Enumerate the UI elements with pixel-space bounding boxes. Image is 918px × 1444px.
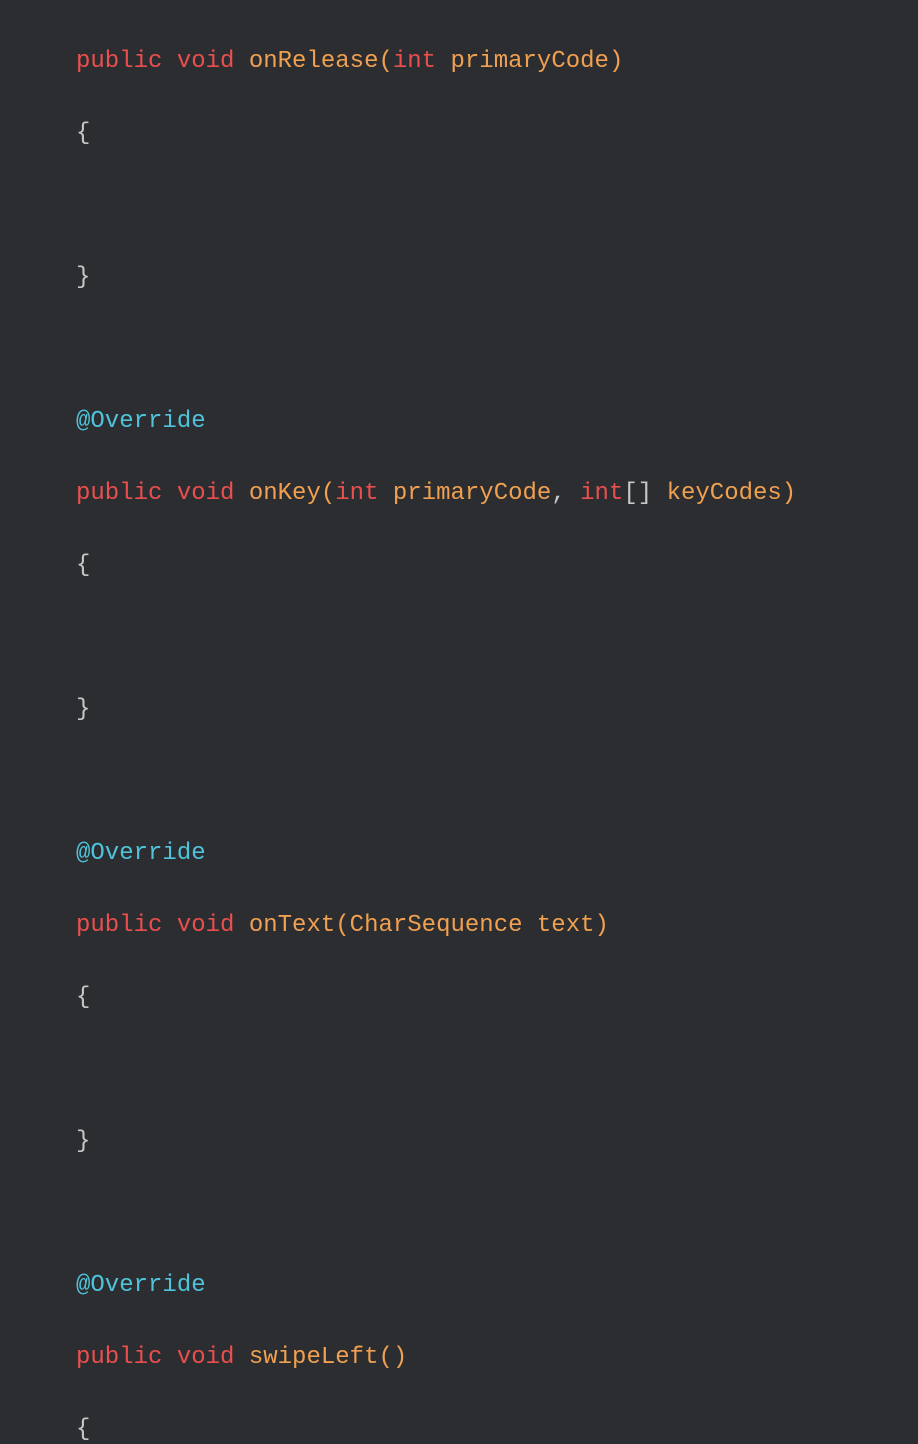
keyword-void: void bbox=[177, 1344, 235, 1371]
brace-close: } bbox=[76, 1128, 90, 1155]
paren-close: ) bbox=[609, 48, 623, 75]
paren-open: ( bbox=[378, 1344, 392, 1371]
param-name: text bbox=[537, 912, 595, 939]
param-name: keyCodes bbox=[667, 480, 782, 507]
code-line: { bbox=[76, 116, 918, 152]
code-line bbox=[76, 1196, 918, 1232]
brace-close: } bbox=[76, 696, 90, 723]
keyword-int: int bbox=[393, 48, 436, 75]
brace-close: } bbox=[76, 264, 90, 291]
brace-open: { bbox=[76, 120, 90, 147]
code-line: { bbox=[76, 548, 918, 584]
code-line bbox=[76, 1052, 918, 1088]
method-name: onRelease bbox=[249, 48, 379, 75]
code-line: } bbox=[76, 260, 918, 296]
annotation-override: @Override bbox=[76, 408, 206, 435]
code-line bbox=[76, 620, 918, 656]
keyword-void: void bbox=[177, 912, 235, 939]
paren-open: ( bbox=[335, 912, 349, 939]
keyword-public: public bbox=[76, 48, 162, 75]
param-name: primaryCode bbox=[393, 480, 551, 507]
code-line: @Override bbox=[76, 836, 918, 872]
type-name: CharSequence bbox=[350, 912, 523, 939]
paren-open: ( bbox=[378, 48, 392, 75]
method-name: swipeLeft bbox=[249, 1344, 379, 1371]
code-line: public void onText(CharSequence text) bbox=[76, 908, 918, 944]
paren-close: ) bbox=[393, 1344, 407, 1371]
keyword-public: public bbox=[76, 1344, 162, 1371]
param-name: primaryCode bbox=[451, 48, 609, 75]
comma: , bbox=[551, 480, 565, 507]
code-line: { bbox=[76, 1412, 918, 1444]
code-line: public void onKey(int primaryCode, int[]… bbox=[76, 476, 918, 512]
code-line: public void onRelease(int primaryCode) bbox=[76, 44, 918, 80]
method-name: onText bbox=[249, 912, 335, 939]
bracket-close: ] bbox=[638, 480, 652, 507]
annotation-override: @Override bbox=[76, 840, 206, 867]
paren-open: ( bbox=[321, 480, 335, 507]
paren-close: ) bbox=[595, 912, 609, 939]
bracket-open: [ bbox=[623, 480, 637, 507]
keyword-void: void bbox=[177, 48, 235, 75]
brace-open: { bbox=[76, 984, 90, 1011]
code-line: @Override bbox=[76, 404, 918, 440]
code-line bbox=[76, 188, 918, 224]
method-name: onKey bbox=[249, 480, 321, 507]
keyword-int: int bbox=[335, 480, 378, 507]
keyword-public: public bbox=[76, 912, 162, 939]
brace-open: { bbox=[76, 1416, 90, 1443]
code-line: public void swipeLeft() bbox=[76, 1340, 918, 1376]
code-line: @Override bbox=[76, 1268, 918, 1304]
keyword-void: void bbox=[177, 480, 235, 507]
code-editor[interactable]: public void onRelease(int primaryCode) {… bbox=[0, 8, 918, 1444]
code-line: } bbox=[76, 692, 918, 728]
paren-close: ) bbox=[782, 480, 796, 507]
code-line bbox=[76, 764, 918, 800]
keyword-public: public bbox=[76, 480, 162, 507]
code-line bbox=[76, 332, 918, 368]
annotation-override: @Override bbox=[76, 1272, 206, 1299]
brace-open: { bbox=[76, 552, 90, 579]
keyword-int: int bbox=[580, 480, 623, 507]
code-line: { bbox=[76, 980, 918, 1016]
code-line: } bbox=[76, 1124, 918, 1160]
